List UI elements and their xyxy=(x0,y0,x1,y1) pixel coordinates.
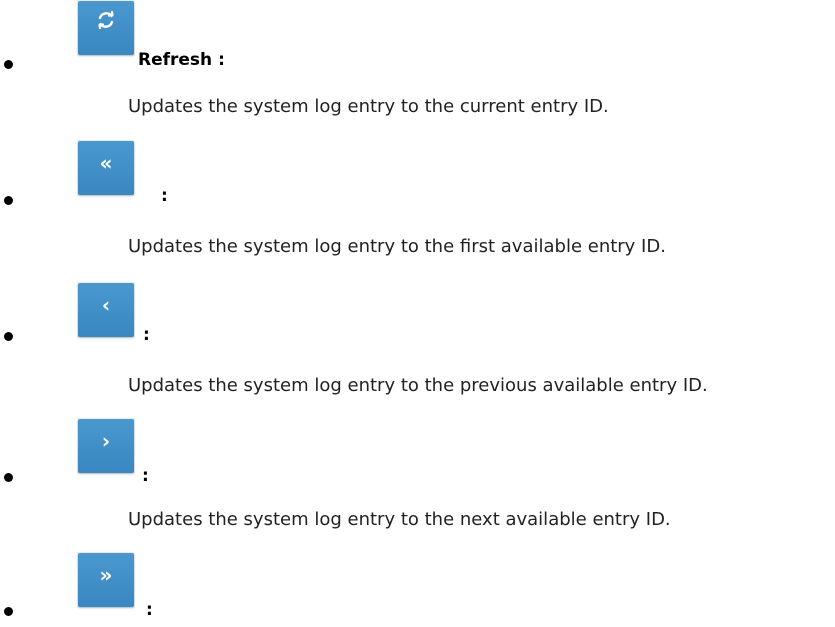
chevron-right-icon: › xyxy=(101,429,111,453)
item-description: Updates the system log entry to the next… xyxy=(128,509,671,530)
bullet xyxy=(4,60,13,69)
first-button[interactable]: « xyxy=(77,140,135,196)
next-button[interactable]: › xyxy=(77,418,135,474)
item-label: : xyxy=(143,325,150,345)
refresh-icon xyxy=(98,10,114,30)
bullet xyxy=(4,332,13,341)
item-label: : xyxy=(161,186,168,206)
item-label: : xyxy=(146,600,153,620)
item-description: Updates the system log entry to the prev… xyxy=(128,375,708,396)
item-label: Refresh : xyxy=(138,50,225,70)
bullet xyxy=(4,196,13,205)
double-chevron-right-icon: » xyxy=(99,563,113,587)
refresh-button[interactable] xyxy=(77,0,135,56)
item-description: Updates the system log entry to the firs… xyxy=(128,236,666,257)
chevron-left-icon: ‹ xyxy=(101,293,111,317)
bullet xyxy=(4,607,13,616)
double-chevron-left-icon: « xyxy=(99,151,113,175)
bullet xyxy=(4,473,13,482)
last-button[interactable]: » xyxy=(77,552,135,608)
item-description: Updates the system log entry to the curr… xyxy=(128,96,609,117)
previous-button[interactable]: ‹ xyxy=(77,282,135,338)
item-label: : xyxy=(142,466,149,486)
